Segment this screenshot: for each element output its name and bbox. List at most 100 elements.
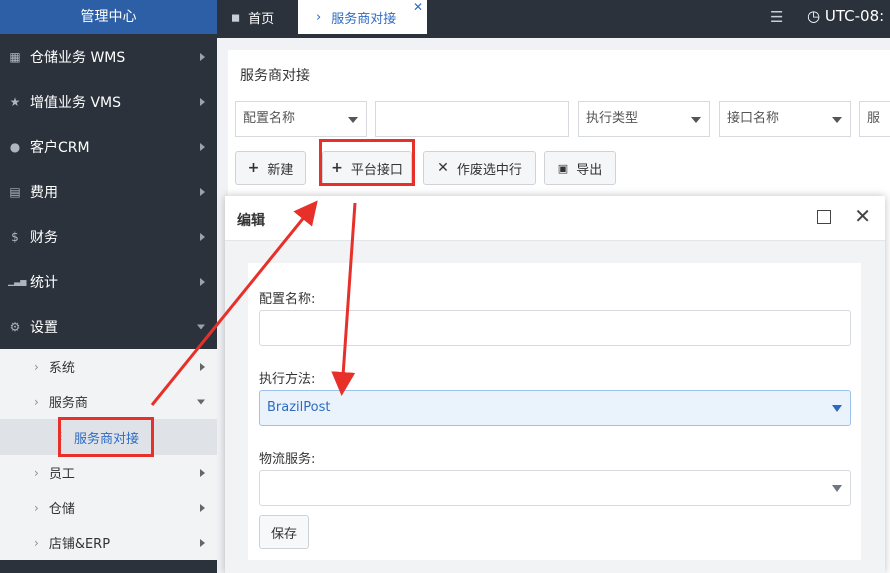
chevron-right-icon xyxy=(200,468,205,477)
menu-label: 设置 xyxy=(30,319,58,336)
chevron-right-icon xyxy=(200,362,205,371)
menu-label: 增值业务 VMS xyxy=(30,94,121,111)
page-title: 服务商对接 xyxy=(240,68,310,84)
sub-label: 员工 xyxy=(48,467,75,482)
chevron-right-icon xyxy=(200,97,205,106)
caret-down-icon xyxy=(832,117,842,123)
filter-label: 配置名称 xyxy=(243,111,296,126)
highlight-provider-integration xyxy=(58,417,154,457)
chevron-down-icon xyxy=(197,399,205,404)
btn-label: 作废选中行 xyxy=(456,162,522,178)
filter-label: 执行类型 xyxy=(586,111,639,126)
chevron-right-icon: › xyxy=(34,535,39,550)
sub-label: 系统 xyxy=(48,361,75,376)
star-icon: ★ xyxy=(9,94,21,109)
sub-label: 店铺&ERP xyxy=(48,537,111,552)
dialog-title: 编辑 xyxy=(237,213,265,229)
sidebar-item-provider[interactable]: › 服务商 xyxy=(0,384,217,419)
caret-down-icon xyxy=(832,485,842,492)
menu-label: 仓储业务 WMS xyxy=(30,49,126,66)
chevron-down-icon xyxy=(197,324,205,329)
sidebar: 管理中心 ▦ 仓储业务 WMS ★ 增值业务 VMS ● 客户CRM ▤ 费用 … xyxy=(0,0,217,573)
sidebar-item-warehouse[interactable]: › 仓储 xyxy=(0,490,217,525)
menu-label: 财务 xyxy=(30,229,58,246)
home-icon: ◼ xyxy=(231,10,241,24)
provider-select[interactable]: 服务 xyxy=(859,101,890,137)
sidebar-item-shop-erp[interactable]: › 店铺&ERP xyxy=(0,525,217,560)
chevron-right-icon xyxy=(200,538,205,547)
bank-icon: ▦ xyxy=(9,49,21,64)
chevron-right-icon: › xyxy=(316,9,322,25)
top-bar: ◼ 首页 › 服务商对接 ✕ ☰ ◷ UTC-08: xyxy=(217,0,890,38)
signal-icon: ▁▃▅ xyxy=(8,277,27,286)
tab-home[interactable]: ◼ 首页 xyxy=(217,0,297,34)
gear-icon: ⚙ xyxy=(9,319,21,334)
btn-label: 导出 xyxy=(576,162,603,178)
tab-label: 首页 xyxy=(248,11,275,27)
dialog-header: 编辑 ✕ xyxy=(225,196,885,241)
void-selected-button[interactable]: ✕ 作废选中行 xyxy=(423,151,536,185)
dollar-icon: $ xyxy=(11,229,19,244)
dialog-body: 配置名称: 执行方法: BrazilPost 物流服务: 保存 xyxy=(225,241,885,573)
menu-label: 费用 xyxy=(30,184,58,201)
sub-label: 仓储 xyxy=(48,502,75,517)
caret-down-icon xyxy=(832,405,842,412)
menu-toggle-icon[interactable]: ☰ xyxy=(770,8,783,26)
caret-down-icon xyxy=(348,117,358,123)
tab-close-icon[interactable]: ✕ xyxy=(413,0,423,14)
maximize-icon[interactable] xyxy=(817,210,831,224)
filter-label: 服务 xyxy=(867,111,881,126)
config-name-select[interactable]: 配置名称 xyxy=(235,101,367,137)
form-panel: 配置名称: 执行方法: BrazilPost 物流服务: 保存 xyxy=(248,263,861,560)
edit-dialog: 编辑 ✕ 配置名称: 执行方法: BrazilPost 物流服务: 保存 xyxy=(225,196,885,573)
api-name-select[interactable]: 接口名称 xyxy=(719,101,851,137)
menu-item-fees[interactable]: ▤ 费用 xyxy=(0,169,217,214)
timezone-clock: ◷ UTC-08: xyxy=(807,7,884,25)
chevron-right-icon xyxy=(200,52,205,61)
menu-item-stats[interactable]: ▁▃▅ 统计 xyxy=(0,259,217,304)
config-name-input[interactable] xyxy=(375,101,569,137)
table-icon: ▤ xyxy=(9,184,21,199)
sub-label: 服务商 xyxy=(48,396,88,411)
tab-provider-integration[interactable]: › 服务商对接 ✕ xyxy=(298,0,427,34)
close-icon[interactable]: ✕ xyxy=(854,204,871,228)
highlight-platform-api xyxy=(319,139,415,186)
menu-item-crm[interactable]: ● 客户CRM xyxy=(0,124,217,169)
chevron-right-icon xyxy=(200,187,205,196)
chevron-right-icon xyxy=(200,232,205,241)
sidebar-item-system[interactable]: › 系统 xyxy=(0,349,217,384)
menu-item-finance[interactable]: $ 财务 xyxy=(0,214,217,259)
brand-title: 管理中心 xyxy=(0,0,217,34)
menu-label: 统计 xyxy=(30,274,58,291)
menu-item-wms[interactable]: ▦ 仓储业务 WMS xyxy=(0,34,217,79)
clock-text: UTC-08: xyxy=(824,7,885,25)
save-button[interactable]: 保存 xyxy=(259,515,309,549)
chevron-right-icon: › xyxy=(34,359,39,374)
filter-label: 接口名称 xyxy=(727,111,780,126)
sidebar-item-staff[interactable]: › 员工 xyxy=(0,455,217,490)
x-icon: ✕ xyxy=(437,160,449,176)
exec-method-select[interactable]: BrazilPost xyxy=(259,390,851,426)
chevron-right-icon: › xyxy=(34,394,39,409)
chevron-right-icon xyxy=(200,142,205,151)
exec-method-value: BrazilPost xyxy=(267,400,331,415)
logistics-service-select[interactable] xyxy=(259,470,851,506)
tab-label: 服务商对接 xyxy=(331,11,397,27)
plus-icon: + xyxy=(247,160,260,176)
logistics-service-label: 物流服务: xyxy=(259,452,316,467)
exec-type-select[interactable]: 执行类型 xyxy=(578,101,710,137)
chevron-right-icon xyxy=(200,503,205,512)
chevron-right-icon: › xyxy=(34,500,39,515)
export-button[interactable]: ▣ 导出 xyxy=(544,151,616,185)
new-button[interactable]: + 新建 xyxy=(235,151,306,185)
exec-method-label: 执行方法: xyxy=(259,372,316,387)
config-name-label: 配置名称: xyxy=(259,292,316,307)
excel-icon: ▣ xyxy=(557,161,569,175)
menu-item-settings[interactable]: ⚙ 设置 xyxy=(0,304,217,349)
chevron-right-icon xyxy=(200,277,205,286)
clock-icon: ◷ xyxy=(807,7,821,25)
btn-label: 新建 xyxy=(267,162,294,178)
menu-item-vms[interactable]: ★ 增值业务 VMS xyxy=(0,79,217,124)
chevron-right-icon: › xyxy=(34,465,39,480)
config-name-field[interactable] xyxy=(259,310,851,346)
